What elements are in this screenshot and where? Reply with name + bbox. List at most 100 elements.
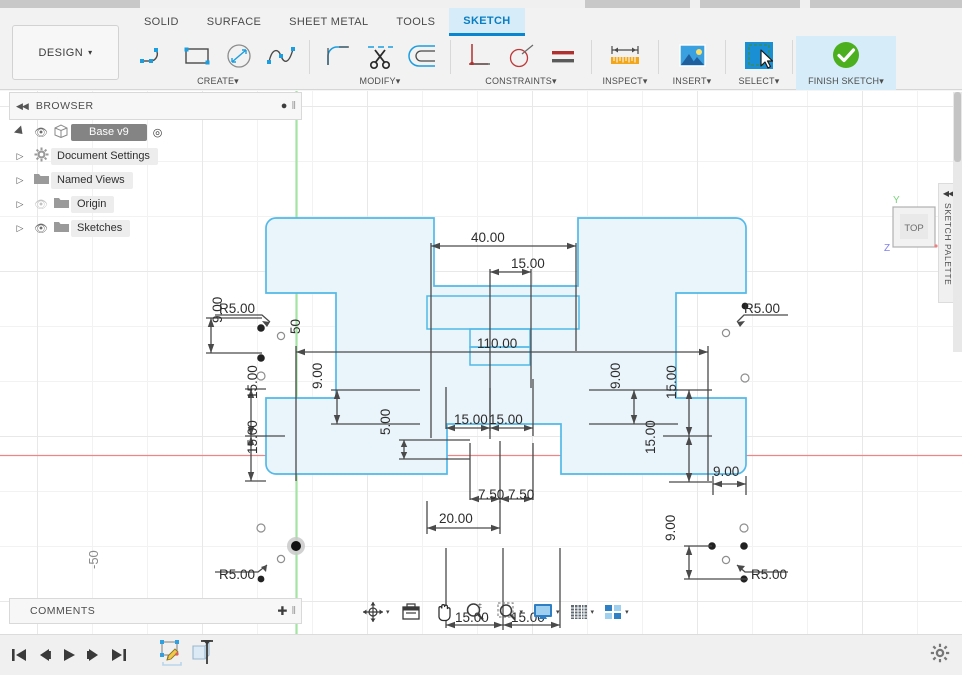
fusion360-window: DESIGN ▾ SOLID SURFACE SHEET METAL TOOLS…: [0, 0, 962, 675]
tab-tools[interactable]: TOOLS: [382, 8, 449, 36]
green-check-icon[interactable]: [825, 38, 867, 74]
play-icon[interactable]: [56, 641, 81, 669]
expander-collapsed-icon[interactable]: ▷: [9, 223, 31, 234]
insert-image-icon[interactable]: [666, 38, 718, 74]
construction-point[interactable]: [721, 555, 731, 565]
zoom-window-icon[interactable]: ▾: [494, 599, 526, 625]
sketch-vertex[interactable]: [257, 354, 265, 362]
tangent-constraint-icon[interactable]: [500, 38, 542, 74]
sidebar-item-label: Origin: [71, 195, 115, 213]
sketch-vertex[interactable]: [740, 542, 748, 550]
equal-constraint-icon[interactable]: [542, 38, 584, 74]
sketch-endpoint[interactable]: [256, 523, 266, 533]
sidebar-item-origin[interactable]: ▷ 👁 Origin: [9, 192, 302, 216]
expander-expanded-icon[interactable]: [9, 125, 31, 138]
grid-snaps-icon[interactable]: ▾: [567, 599, 597, 625]
look-at-icon[interactable]: [398, 599, 424, 625]
go-to-end-icon[interactable]: [106, 641, 131, 669]
viewports-icon[interactable]: ▾: [601, 599, 631, 625]
step-back-icon[interactable]: [31, 641, 56, 669]
sketch-endpoint[interactable]: [739, 523, 749, 533]
origin-point[interactable]: [291, 541, 301, 551]
tab-strip-segment-2: [585, 0, 690, 8]
chevron-down-icon: ▾: [590, 609, 595, 616]
sidebar-item-base-v9[interactable]: 👁 Base v9 ◎: [9, 120, 302, 144]
dim-text-20: 20.00: [439, 511, 473, 526]
workspace-label: DESIGN: [38, 46, 84, 59]
panel-grip-icon[interactable]: ‖: [291, 605, 296, 617]
panel-grip-icon[interactable]: ‖: [291, 100, 296, 112]
collapse-left-icon[interactable]: ◀◀: [16, 101, 29, 112]
sidebar-item-document-settings[interactable]: ▷ Document Settings: [9, 144, 302, 168]
trim-scissors-icon[interactable]: [359, 38, 401, 74]
group-divider: [792, 40, 793, 74]
timeline-status-bar: [0, 634, 962, 675]
zoom-magnifier-icon[interactable]: ±: [462, 599, 488, 625]
offset-icon[interactable]: [401, 38, 443, 74]
expander-collapsed-icon[interactable]: ▷: [9, 175, 31, 186]
dim-text-9-bottom-right: 9.00: [663, 515, 678, 541]
sidebar-item-sketches[interactable]: ▷ 👁 Sketches: [9, 216, 302, 240]
construction-point[interactable]: [276, 331, 286, 341]
expander-collapsed-icon[interactable]: ▷: [9, 151, 31, 162]
visibility-eye-icon[interactable]: 👁: [31, 126, 51, 139]
gear-icon[interactable]: [930, 643, 950, 668]
sketch-vertex[interactable]: [257, 575, 265, 583]
visibility-eye-hidden-icon[interactable]: 👁: [31, 198, 51, 211]
construction-point[interactable]: [276, 554, 286, 564]
dim-text-750-right: 7.50: [508, 487, 534, 502]
dim-text-15-left-upper: 15.00: [245, 365, 260, 399]
dim-text-15-center-right: 15.00: [489, 412, 523, 427]
arc-icon[interactable]: [134, 38, 176, 74]
comments-panel-header: COMMENTS ✚ ‖: [9, 598, 302, 624]
group-title-finish-sketch: FINISH SKETCH: [808, 76, 880, 86]
expander-collapsed-icon[interactable]: ▷: [9, 199, 31, 210]
sketch-vertex[interactable]: [257, 324, 265, 332]
tab-sketch[interactable]: SKETCH: [449, 8, 525, 36]
dim-text-9-right: 9.00: [713, 464, 739, 479]
body-cube-icon: [51, 123, 71, 141]
tab-surface[interactable]: SURFACE: [193, 8, 275, 36]
go-to-beginning-icon[interactable]: [6, 641, 31, 669]
orbit-icon[interactable]: ▾: [360, 599, 392, 625]
chevron-down-icon: ▾: [625, 609, 629, 616]
perpendicular-constraint-icon[interactable]: [458, 38, 500, 74]
active-component-radio-icon[interactable]: ◎: [153, 126, 163, 139]
step-forward-icon[interactable]: [81, 641, 106, 669]
extrude-feature-icon[interactable]: [187, 638, 215, 673]
folder-icon: [31, 172, 51, 188]
folder-icon: [51, 220, 71, 236]
circle-diameter-icon[interactable]: [218, 38, 260, 74]
tab-solid[interactable]: SOLID: [130, 8, 193, 36]
pan-hand-icon[interactable]: [430, 599, 456, 625]
construction-point[interactable]: [721, 328, 731, 338]
axis-tick-label: -50: [86, 550, 101, 569]
sketch-endpoint[interactable]: [740, 373, 750, 383]
sidebar-item-named-views[interactable]: ▷ Named Views: [9, 168, 302, 192]
workspace-switcher[interactable]: DESIGN ▾: [12, 25, 119, 80]
browser-title: BROWSER: [35, 100, 94, 112]
measure-ruler-icon[interactable]: [599, 38, 651, 74]
sketch-feature-icon[interactable]: [157, 638, 185, 673]
viewcube[interactable]: TOP Y X Z: [884, 195, 945, 254]
fillet-icon[interactable]: [317, 38, 359, 74]
canvas-scrollbar[interactable]: [953, 92, 962, 352]
dim-text-110: 110.00: [477, 336, 517, 351]
viewcube-face-label: TOP: [904, 223, 923, 234]
select-cursor-icon[interactable]: [733, 38, 785, 74]
dim-text-15-right-lower: 15.00: [643, 420, 658, 454]
group-title-modify: MODIFY: [359, 76, 396, 86]
collapse-right-icon[interactable]: ◀◀: [943, 189, 954, 198]
plus-circle-icon[interactable]: ✚: [277, 604, 287, 618]
chevron-down-icon: ▾: [774, 76, 780, 86]
display-settings-icon[interactable]: ▾: [530, 599, 562, 625]
scrollbar-thumb[interactable]: [954, 92, 961, 162]
filled-dot-icon[interactable]: ●: [281, 100, 288, 112]
spline-icon[interactable]: [260, 38, 302, 74]
visibility-eye-icon[interactable]: 👁: [31, 222, 51, 235]
tab-sheet-metal[interactable]: SHEET METAL: [275, 8, 382, 36]
dim-text-40-top: 40.00: [471, 230, 505, 245]
tab-label: SKETCH: [463, 14, 511, 27]
rectangle-icon[interactable]: [176, 38, 218, 74]
dim-text-r5-bottom-right: R5.00: [751, 567, 787, 582]
